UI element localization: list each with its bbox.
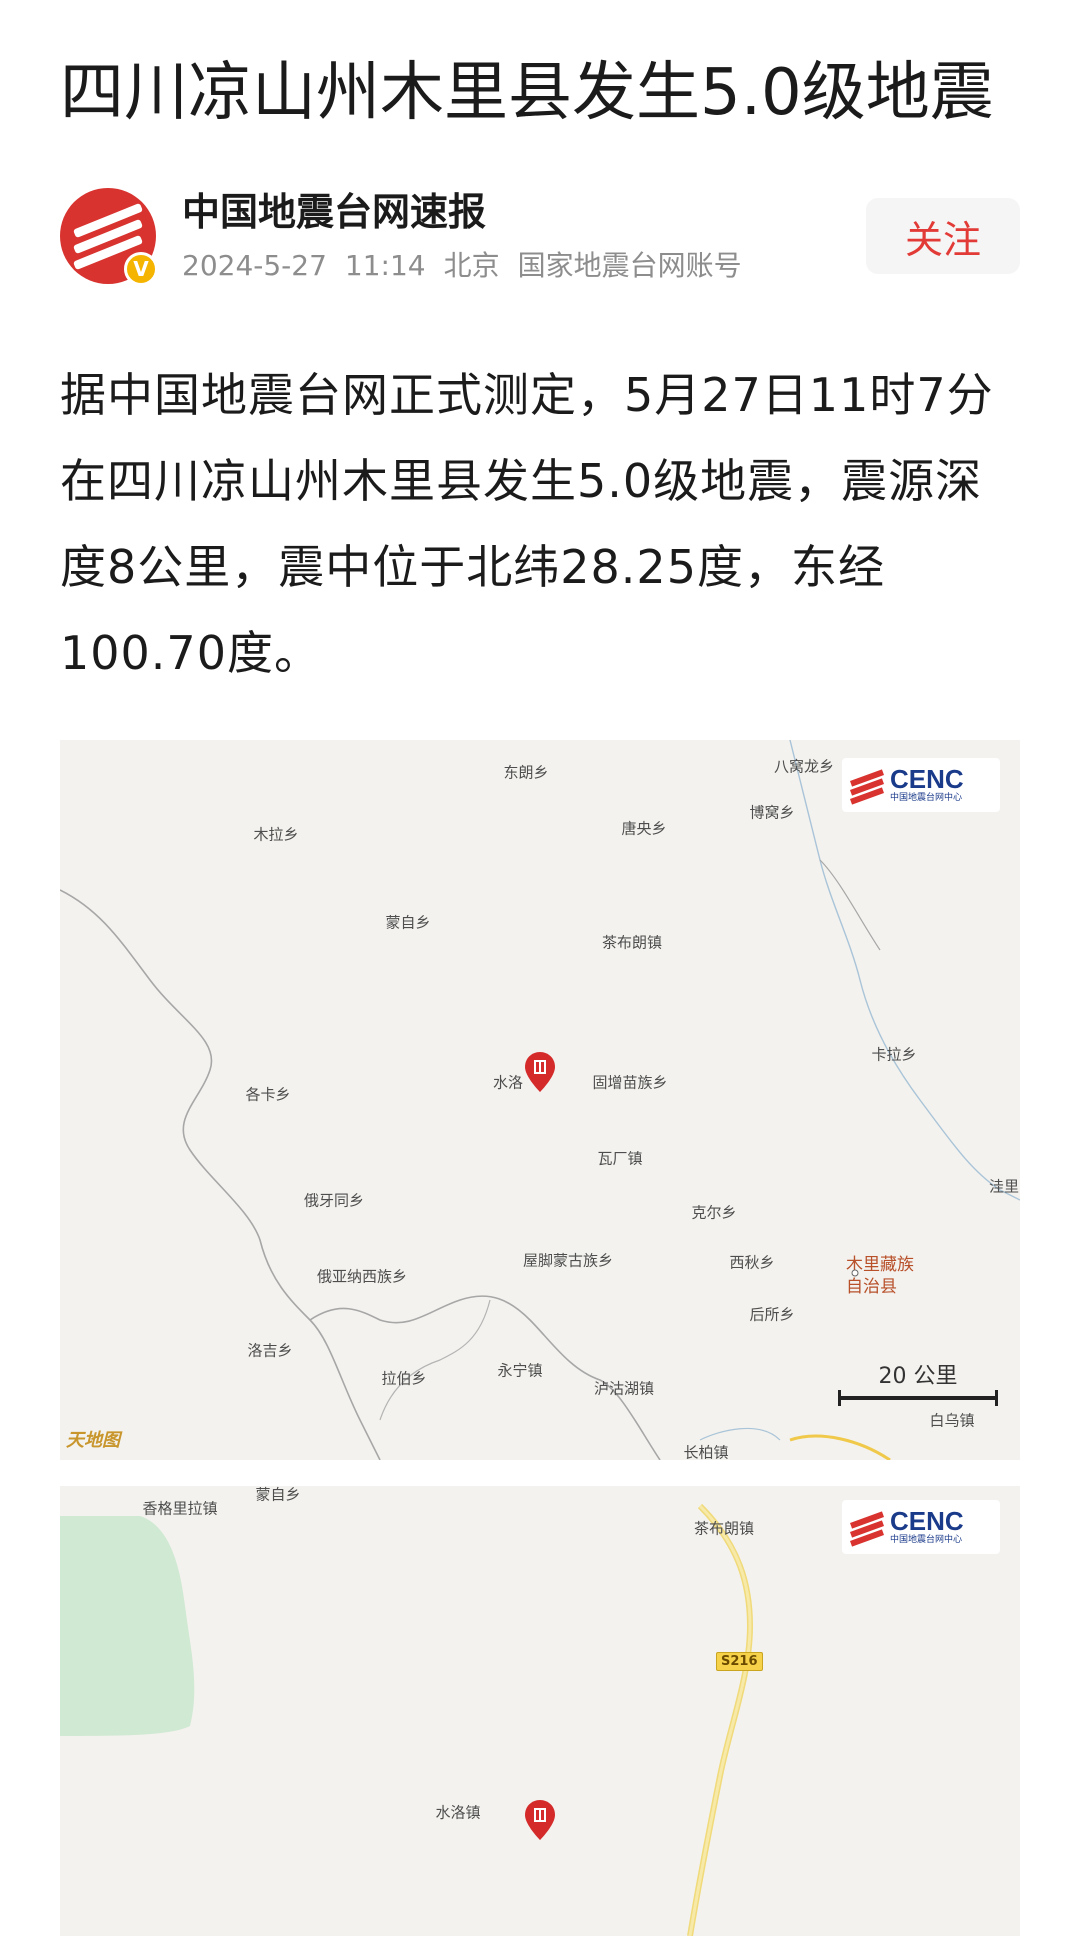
cenc-logo: CENC 中国地震台网中心	[842, 758, 1000, 812]
place-label: 长柏镇	[683, 1443, 729, 1461]
place-label: 克尔乡	[691, 1203, 737, 1222]
place-label: 洛吉乡	[247, 1341, 293, 1360]
scale-label: 20 公里	[878, 1364, 958, 1389]
place-label: 屋脚蒙古族乡	[522, 1251, 614, 1270]
place-label: 各卡乡	[245, 1085, 291, 1104]
place-label: 俄牙同乡	[303, 1191, 365, 1210]
place-label: 后所乡	[749, 1305, 795, 1324]
account-type: 国家地震台网账号	[517, 249, 742, 282]
place-label: 博窝乡	[749, 803, 795, 822]
place-label: 白乌镇	[929, 1411, 975, 1430]
follow-button[interactable]: 关注	[866, 198, 1020, 274]
place-label: 茶布朗镇	[601, 933, 663, 952]
place-label: 木拉乡	[253, 825, 299, 844]
place-label: 瓦厂镇	[597, 1149, 643, 1168]
cenc-logo-subtext: 中国地震台网中心	[890, 1535, 963, 1545]
place-label: 香格里拉镇	[142, 1499, 218, 1518]
post-location: 北京	[443, 249, 500, 282]
place-label: 唐央乡	[621, 819, 667, 838]
place-label: 水洛镇	[435, 1803, 481, 1822]
post-time: 11:14	[344, 249, 426, 282]
epicenter-detail-map[interactable]: 香格里拉镇 蒙自乡 茶布朗镇 水洛镇 S216 CENC 中国地震台网中心	[60, 1486, 1020, 1936]
epicenter-pin-icon[interactable]	[525, 1800, 555, 1840]
place-label: 蒙自乡	[255, 1486, 301, 1504]
article-title: 四川凉山州木里县发生5.0级地震	[60, 56, 994, 130]
cenc-logo-text: CENC	[890, 764, 964, 794]
place-label: 八窝龙乡	[773, 757, 835, 776]
county-label-line2: 自治县	[846, 1277, 897, 1297]
cenc-mark-icon	[848, 1509, 886, 1547]
scale-bar: 20 公里	[838, 1358, 998, 1406]
cenc-logo-text: CENC	[890, 1506, 964, 1536]
map-boundaries	[60, 740, 1020, 1460]
epicenter-map[interactable]: 东朗乡 八窝龙乡 木拉乡 唐央乡 博窝乡 蒙自乡 茶布朗镇 卡拉乡 水洛 固增苗…	[60, 740, 1020, 1460]
cenc-logo-subtext: 中国地震台网中心	[890, 793, 963, 803]
place-label: 水洛	[492, 1073, 524, 1092]
post-date: 2024-5-27	[182, 249, 327, 282]
article-body: 据中国地震台网正式测定，5月27日11时7分在四川凉山州木里县发生5.0级地震，…	[60, 368, 994, 680]
place-label: 茶布朗镇	[693, 1519, 755, 1538]
cenc-mark-icon	[848, 767, 886, 805]
place-label: 拉伯乡	[381, 1369, 427, 1388]
scale-bar-line	[838, 1390, 998, 1406]
place-label: 卡拉乡	[871, 1045, 917, 1064]
author-row: V 中国地震台网速报 2024-5-27 11:14 北京 国家地震台网账号 关注	[60, 188, 1020, 288]
epicenter-pin-icon[interactable]	[525, 1052, 555, 1092]
place-label: 永宁镇	[497, 1361, 543, 1380]
place-label: 西秋乡	[729, 1253, 775, 1272]
place-label: 泸沽湖镇	[593, 1379, 655, 1398]
place-label: 俄亚纳西族乡	[316, 1267, 408, 1286]
author-name[interactable]: 中国地震台网速报	[182, 188, 486, 236]
place-label: 固增苗族乡	[592, 1073, 668, 1092]
map-watermark: 天地图	[66, 1430, 120, 1451]
verified-icon: V	[124, 252, 158, 286]
place-label: 洼里	[988, 1177, 1020, 1196]
cenc-logo: CENC 中国地震台网中心	[842, 1500, 1000, 1554]
place-label: 东朗乡	[503, 763, 549, 782]
road-label: S216	[716, 1652, 763, 1671]
post-meta: 2024-5-27 11:14 北京 国家地震台网账号	[182, 246, 760, 286]
place-label: 蒙自乡	[385, 913, 431, 932]
county-dot-icon	[851, 1269, 859, 1277]
